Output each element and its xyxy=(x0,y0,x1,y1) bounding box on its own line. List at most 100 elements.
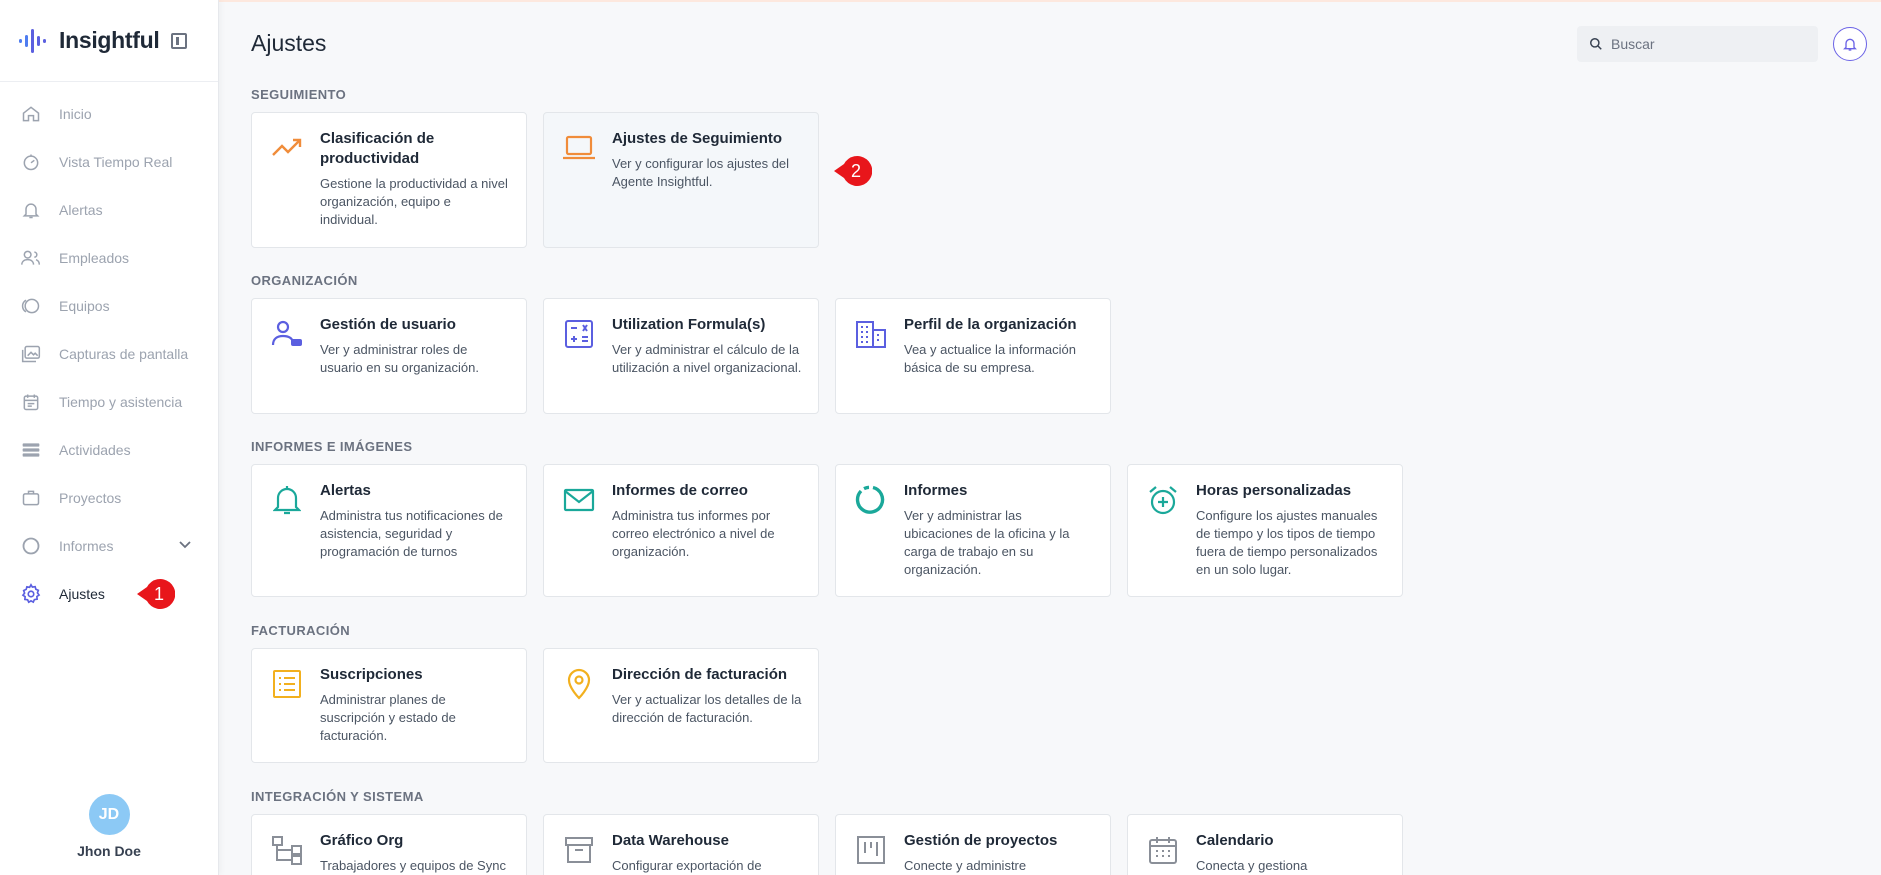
users-icon xyxy=(20,247,42,269)
sidebar-item-capturas[interactable]: Capturas de pantalla xyxy=(0,334,218,374)
sidebar-item-label: Inicio xyxy=(59,106,92,122)
user-name: Jhon Doe xyxy=(77,843,141,859)
card-calendario[interactable]: Calendario Conecta y gestiona xyxy=(1127,814,1403,875)
section-title-seguimiento: SEGUIMIENTO xyxy=(251,87,347,102)
kanban-icon xyxy=(854,833,888,867)
sidebar-item-proyectos[interactable]: Proyectos xyxy=(0,478,218,518)
card-title: Clasificación de productividad xyxy=(320,130,435,167)
sidebar-item-actividades[interactable]: Actividades xyxy=(0,430,218,470)
sidebar-item-label: Actividades xyxy=(59,442,131,458)
card-gestion-proyectos[interactable]: Gestión de proyectos Conecte y administr… xyxy=(835,814,1111,875)
calendar-icon xyxy=(1146,833,1180,867)
card-description: Administra tus notificaciones de asisten… xyxy=(320,508,503,559)
card-description: Administrar planes de suscripción y esta… xyxy=(320,692,456,743)
section-title-integracion: INTEGRACIÓN Y SISTEMA xyxy=(251,789,424,804)
sidebar-item-label: Equipos xyxy=(59,298,110,314)
chevron-down-icon[interactable] xyxy=(178,540,192,550)
location-pin-icon xyxy=(562,667,596,701)
card-perfil-organizacion[interactable]: Perfil de la organización Vea y actualic… xyxy=(835,298,1111,414)
reports-icon xyxy=(20,535,42,557)
home-icon xyxy=(20,103,42,125)
card-data-warehouse[interactable]: Data Warehouse Configurar exportación de xyxy=(543,814,819,875)
card-title: Suscripciones xyxy=(320,666,423,683)
card-description: Gestione la productividad a nivel organi… xyxy=(320,176,508,227)
bell-icon xyxy=(20,199,42,221)
card-description: Ver y configurar los ajustes del Agente … xyxy=(612,156,790,189)
card-horas-personalizadas[interactable]: Horas personalizadas Configure los ajust… xyxy=(1127,464,1403,597)
card-title: Dirección de facturación xyxy=(612,666,788,683)
sidebar-item-empleados[interactable]: Empleados xyxy=(0,238,218,278)
card-description: Trabajadores y equipos de Sync xyxy=(320,858,506,873)
teams-icon xyxy=(20,295,42,317)
notifications-button[interactable] xyxy=(1833,27,1867,61)
top-accent-line xyxy=(0,0,1881,2)
step-badge-1-label: 1 xyxy=(154,584,164,604)
sidebar-collapse-icon[interactable] xyxy=(171,33,187,49)
bell-icon xyxy=(1843,38,1857,51)
card-title: Gestión de usuario xyxy=(320,316,456,333)
card-description: Conecte y administre xyxy=(904,858,1027,873)
card-title: Data Warehouse xyxy=(612,832,729,849)
sidebar: Insightful Inicio Vista Tiempo Real Aler… xyxy=(0,0,219,875)
card-title: Informes de correo xyxy=(612,482,748,499)
card-alertas[interactable]: Alertas Administra tus notificaciones de… xyxy=(251,464,527,597)
card-utilization-formula[interactable]: Utilization Formula(s) Ver y administrar… xyxy=(543,298,819,414)
brand[interactable]: Insightful xyxy=(0,0,218,82)
laptop-icon xyxy=(562,131,596,165)
section-title-facturacion: FACTURACIÓN xyxy=(251,623,351,638)
search-input[interactable] xyxy=(1611,36,1801,52)
card-grafico-org[interactable]: Gráfico Org Trabajadores y equipos de Sy… xyxy=(251,814,527,875)
card-title: Utilization Formula(s) xyxy=(612,316,766,333)
insightful-logo-icon xyxy=(19,28,46,53)
brand-name: Insightful xyxy=(59,27,160,53)
step-badge-1: 1 xyxy=(137,579,175,609)
user-profile[interactable]: JD Jhon Doe xyxy=(0,794,218,859)
card-description: Ver y actualizar los detalles de la dire… xyxy=(612,692,802,725)
list-icon xyxy=(270,667,304,701)
sidebar-item-vista-tiempo-real[interactable]: Vista Tiempo Real xyxy=(0,142,218,182)
sidebar-item-label: Vista Tiempo Real xyxy=(59,154,173,170)
card-suscripciones[interactable]: Suscripciones Administrar planes de susc… xyxy=(251,648,527,763)
card-gestion-usuario[interactable]: Gestión de usuario Ver y administrar rol… xyxy=(251,298,527,414)
archive-icon xyxy=(562,833,596,867)
card-title: Gestión de proyectos xyxy=(904,832,1058,849)
sidebar-item-equipos[interactable]: Equipos xyxy=(0,286,218,326)
card-informes[interactable]: Informes Ver y administrar las ubicacion… xyxy=(835,464,1111,597)
card-title: Alertas xyxy=(320,482,371,499)
section-title-informes: INFORMES E IMÁGENES xyxy=(251,439,413,454)
activities-icon xyxy=(20,439,42,461)
card-description: Ver y administrar roles de usuario en su… xyxy=(320,342,479,375)
card-description: Configurar exportación de xyxy=(612,858,762,873)
card-description: Configure los ajustes manuales de tiempo… xyxy=(1196,508,1378,577)
user-manage-icon xyxy=(270,317,304,351)
bell-icon xyxy=(270,483,304,517)
card-description: Vea y actualice la información básica de… xyxy=(904,342,1076,375)
section-title-organizacion: ORGANIZACIÓN xyxy=(251,273,358,288)
building-icon xyxy=(854,317,888,351)
sidebar-item-informes[interactable]: Informes xyxy=(0,526,218,566)
calendar-icon xyxy=(20,391,42,413)
sidebar-item-alertas[interactable]: Alertas xyxy=(0,190,218,230)
sidebar-item-label: Informes xyxy=(59,538,114,554)
card-ajustes-seguimiento[interactable]: Ajustes de Seguimiento Ver y configurar … xyxy=(543,112,819,248)
card-direccion-facturacion[interactable]: Dirección de facturación Ver y actualiza… xyxy=(543,648,819,763)
card-title: Calendario xyxy=(1196,832,1274,849)
sidebar-item-label: Ajustes xyxy=(59,586,105,602)
card-title: Informes xyxy=(904,482,968,499)
search-box[interactable] xyxy=(1577,26,1818,62)
sidebar-item-tiempo-asistencia[interactable]: Tiempo y asistencia xyxy=(0,382,218,422)
card-informes-correo[interactable]: Informes de correo Administra tus inform… xyxy=(543,464,819,597)
card-title: Horas personalizadas xyxy=(1196,482,1352,499)
org-chart-icon xyxy=(270,833,304,867)
card-clasificacion-productividad[interactable]: Clasificación de productividad Gestione … xyxy=(251,112,527,248)
step-badge-2: 2 xyxy=(834,156,872,186)
sidebar-item-inicio[interactable]: Inicio xyxy=(0,94,218,134)
alarm-add-icon xyxy=(1146,483,1180,517)
card-title: Gráfico Org xyxy=(320,832,404,849)
card-description: Administra tus informes por correo elect… xyxy=(612,508,775,559)
mail-icon xyxy=(562,483,596,517)
sidebar-item-ajustes[interactable]: Ajustes xyxy=(0,574,218,614)
calculator-icon xyxy=(562,317,596,351)
sidebar-item-label: Tiempo y asistencia xyxy=(59,394,183,410)
avatar[interactable]: JD xyxy=(88,794,130,835)
